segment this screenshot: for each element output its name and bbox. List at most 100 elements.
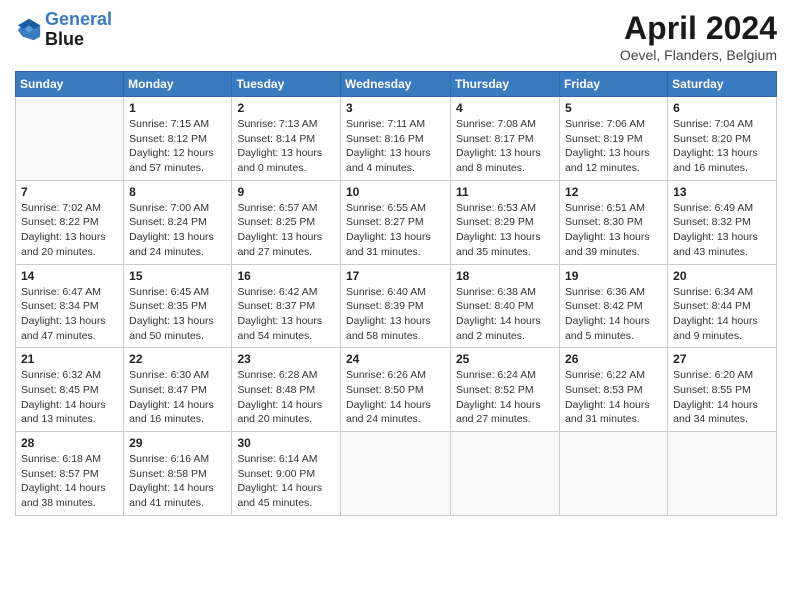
calendar-cell: 29 Sunrise: 6:16 AM Sunset: 8:58 PM Dayli… [124,432,232,516]
calendar-cell: 12 Sunrise: 6:51 AM Sunset: 8:30 PM Dayli… [560,180,668,264]
day-info: Sunrise: 6:14 AM Sunset: 9:00 PM Dayligh… [237,452,335,511]
calendar-week-row: 7 Sunrise: 7:02 AM Sunset: 8:22 PM Daylig… [16,180,777,264]
day-of-week-header: Saturday [668,72,777,97]
day-info: Sunrise: 6:51 AM Sunset: 8:30 PM Dayligh… [565,201,662,260]
day-of-week-header: Thursday [451,72,560,97]
calendar-cell: 15Sunrise: 6:45 AM Sunset: 8:35 PM Dayli… [124,264,232,348]
day-number: 14 [21,269,118,283]
header: General Blue April 2024 Oevel, Flanders,… [15,10,777,63]
calendar-cell: 6 Sunrise: 7:04 AM Sunset: 8:20 PM Daylig… [668,97,777,181]
day-info: Sunrise: 7:08 AM Sunset: 8:17 PM Dayligh… [456,117,554,176]
day-info: Sunrise: 6:40 AM Sunset: 8:39 PM Dayligh… [346,285,445,344]
day-number: 30 [237,436,335,450]
calendar-week-row: 14 Sunrise: 6:47 AM Sunset: 8:34 PM Dayli… [16,264,777,348]
day-number: 7 [21,185,118,199]
calendar-week-row: 1 Sunrise: 7:15 AM Sunset: 8:12 PM Daylig… [16,97,777,181]
day-number: 16 [237,269,335,283]
day-number: 1 [129,101,226,115]
calendar-cell: 11Sunrise: 6:53 AM Sunset: 8:29 PM Dayli… [451,180,560,264]
day-number: 24 [346,352,445,366]
calendar-cell: 23 Sunrise: 6:28 AM Sunset: 8:48 PM Dayli… [232,348,341,432]
calendar-cell: 10Sunrise: 6:55 AM Sunset: 8:27 PM Dayli… [341,180,451,264]
calendar-cell: 22 Sunrise: 6:30 AM Sunset: 8:47 PM Dayli… [124,348,232,432]
day-info: Sunrise: 6:24 AM Sunset: 8:52 PM Dayligh… [456,368,554,427]
day-info: Sunrise: 7:11 AM Sunset: 8:16 PM Dayligh… [346,117,445,176]
day-number: 17 [346,269,445,283]
calendar-cell: 19 Sunrise: 6:36 AM Sunset: 8:42 PM Dayli… [560,264,668,348]
calendar-cell: 24 Sunrise: 6:26 AM Sunset: 8:50 PM Dayli… [341,348,451,432]
day-number: 18 [456,269,554,283]
day-info: Sunrise: 7:15 AM Sunset: 8:12 PM Dayligh… [129,117,226,176]
day-info: Sunrise: 6:22 AM Sunset: 8:53 PM Dayligh… [565,368,662,427]
month-title: April 2024 [620,10,777,47]
calendar-cell [560,432,668,516]
calendar-week-row: 21Sunrise: 6:32 AM Sunset: 8:45 PM Dayli… [16,348,777,432]
day-number: 20 [673,269,771,283]
day-of-week-header: Monday [124,72,232,97]
calendar-cell: 4Sunrise: 7:08 AM Sunset: 8:17 PM Daylig… [451,97,560,181]
day-number: 29 [129,436,226,450]
day-info: Sunrise: 7:02 AM Sunset: 8:22 PM Dayligh… [21,201,118,260]
calendar-cell: 21Sunrise: 6:32 AM Sunset: 8:45 PM Dayli… [16,348,124,432]
day-number: 22 [129,352,226,366]
day-info: Sunrise: 6:30 AM Sunset: 8:47 PM Dayligh… [129,368,226,427]
calendar-header-row: SundayMondayTuesdayWednesdayThursdayFrid… [16,72,777,97]
calendar-cell: 28Sunrise: 6:18 AM Sunset: 8:57 PM Dayli… [16,432,124,516]
calendar-cell: 16 Sunrise: 6:42 AM Sunset: 8:37 PM Dayli… [232,264,341,348]
calendar-cell: 1 Sunrise: 7:15 AM Sunset: 8:12 PM Daylig… [124,97,232,181]
calendar-cell: 14 Sunrise: 6:47 AM Sunset: 8:34 PM Dayli… [16,264,124,348]
day-info: Sunrise: 7:04 AM Sunset: 8:20 PM Dayligh… [673,117,771,176]
day-info: Sunrise: 6:38 AM Sunset: 8:40 PM Dayligh… [456,285,554,344]
calendar-cell: 17 Sunrise: 6:40 AM Sunset: 8:39 PM Dayli… [341,264,451,348]
day-of-week-header: Wednesday [341,72,451,97]
day-number: 3 [346,101,445,115]
day-info: Sunrise: 6:34 AM Sunset: 8:44 PM Dayligh… [673,285,771,344]
day-info: Sunrise: 6:42 AM Sunset: 8:37 PM Dayligh… [237,285,335,344]
day-number: 5 [565,101,662,115]
day-info: Sunrise: 6:45 AM Sunset: 8:35 PM Dayligh… [129,285,226,344]
day-info: Sunrise: 6:49 AM Sunset: 8:32 PM Dayligh… [673,201,771,260]
day-number: 8 [129,185,226,199]
calendar-week-row: 28Sunrise: 6:18 AM Sunset: 8:57 PM Dayli… [16,432,777,516]
calendar-cell: 27 Sunrise: 6:20 AM Sunset: 8:55 PM Dayli… [668,348,777,432]
day-number: 27 [673,352,771,366]
calendar-cell: 30 Sunrise: 6:14 AM Sunset: 9:00 PM Dayli… [232,432,341,516]
day-info: Sunrise: 6:57 AM Sunset: 8:25 PM Dayligh… [237,201,335,260]
title-block: April 2024 Oevel, Flanders, Belgium [620,10,777,63]
day-info: Sunrise: 6:47 AM Sunset: 8:34 PM Dayligh… [21,285,118,344]
day-info: Sunrise: 6:16 AM Sunset: 8:58 PM Dayligh… [129,452,226,511]
day-number: 6 [673,101,771,115]
day-number: 12 [565,185,662,199]
calendar-cell [668,432,777,516]
calendar-cell: 7 Sunrise: 7:02 AM Sunset: 8:22 PM Daylig… [16,180,124,264]
day-info: Sunrise: 6:28 AM Sunset: 8:48 PM Dayligh… [237,368,335,427]
day-number: 23 [237,352,335,366]
calendar-cell: 26 Sunrise: 6:22 AM Sunset: 8:53 PM Dayli… [560,348,668,432]
day-info: Sunrise: 6:36 AM Sunset: 8:42 PM Dayligh… [565,285,662,344]
logo-line1: General [45,9,112,29]
calendar-cell [341,432,451,516]
logo: General Blue [15,10,112,50]
logo-line2: Blue [45,30,112,50]
day-of-week-header: Sunday [16,72,124,97]
day-info: Sunrise: 6:18 AM Sunset: 8:57 PM Dayligh… [21,452,118,511]
day-of-week-header: Tuesday [232,72,341,97]
day-number: 26 [565,352,662,366]
calendar-cell [451,432,560,516]
calendar-cell [16,97,124,181]
day-number: 9 [237,185,335,199]
calendar-cell: 18 Sunrise: 6:38 AM Sunset: 8:40 PM Dayli… [451,264,560,348]
day-info: Sunrise: 6:32 AM Sunset: 8:45 PM Dayligh… [21,368,118,427]
day-info: Sunrise: 6:26 AM Sunset: 8:50 PM Dayligh… [346,368,445,427]
day-number: 19 [565,269,662,283]
day-info: Sunrise: 6:55 AM Sunset: 8:27 PM Dayligh… [346,201,445,260]
day-info: Sunrise: 7:00 AM Sunset: 8:24 PM Dayligh… [129,201,226,260]
day-info: Sunrise: 7:06 AM Sunset: 8:19 PM Dayligh… [565,117,662,176]
calendar-cell: 5 Sunrise: 7:06 AM Sunset: 8:19 PM Daylig… [560,97,668,181]
calendar-cell: 20 Sunrise: 6:34 AM Sunset: 8:44 PM Dayli… [668,264,777,348]
day-number: 13 [673,185,771,199]
location: Oevel, Flanders, Belgium [620,47,777,63]
day-info: Sunrise: 6:20 AM Sunset: 8:55 PM Dayligh… [673,368,771,427]
calendar-cell: 2Sunrise: 7:13 AM Sunset: 8:14 PM Daylig… [232,97,341,181]
calendar-cell: 3 Sunrise: 7:11 AM Sunset: 8:16 PM Daylig… [341,97,451,181]
